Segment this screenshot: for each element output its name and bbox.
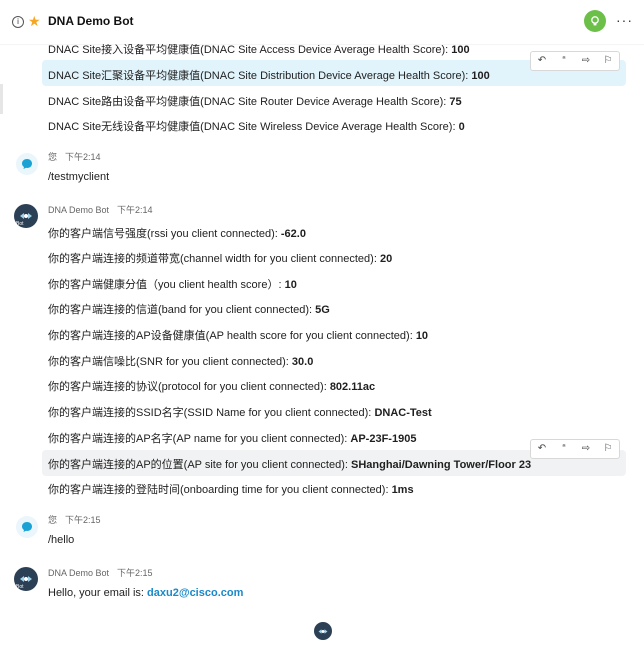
message-time: 下午2:15 bbox=[117, 568, 153, 578]
email-link[interactable]: daxu2@cisco.com bbox=[147, 587, 243, 599]
message-line: 你的客户端连接的AP的位置(AP site for you client con… bbox=[48, 459, 532, 471]
message-line: 你的客户端连接的SSID名字(SSID Name for you client … bbox=[48, 407, 432, 419]
message-line: 你的客户端连接的AP名字(AP name for you client conn… bbox=[48, 433, 417, 445]
message-line: 你的客户端信噪比(SNR for you client connected): … bbox=[48, 356, 314, 368]
message-line: 你的客户端连接的信道(band for you client connected… bbox=[48, 304, 330, 316]
chat-area: DNAC Site接入设备平均健康值(DNAC Site Access Devi… bbox=[0, 0, 644, 650]
reply-icon[interactable]: ↶ bbox=[532, 441, 552, 457]
bot-tag: Bot bbox=[16, 221, 24, 227]
bot-tag: Bot bbox=[16, 584, 24, 590]
sender-name: DNA Demo Bot bbox=[48, 205, 110, 215]
message-time: 下午2:14 bbox=[65, 152, 101, 162]
sender-name: 您 bbox=[48, 515, 58, 525]
quote-icon[interactable]: “ bbox=[554, 441, 574, 457]
message-line: 你的客户端信号强度(rssi you client connected): -6… bbox=[48, 228, 306, 240]
quote-icon[interactable]: “ bbox=[554, 53, 574, 69]
message-line: 你的客户端连接的登陆时间(onboarding time for you cli… bbox=[48, 484, 414, 496]
flag-icon[interactable]: ⚐ bbox=[598, 441, 618, 457]
message-line: DNAC Site路由设备平均健康值(DNAC Site Router Devi… bbox=[48, 96, 462, 108]
message-meta: 您下午2:14 bbox=[48, 150, 101, 163]
more-options-icon[interactable]: ··· bbox=[616, 12, 633, 28]
reply-icon[interactable]: ↶ bbox=[532, 53, 552, 69]
message-actions-bar: ↶ “ ⇨ ⚐ bbox=[530, 439, 620, 459]
bot-avatar[interactable]: Bot bbox=[14, 204, 38, 228]
chat-bubble-icon bbox=[22, 159, 32, 169]
forward-icon[interactable]: ⇨ bbox=[576, 53, 596, 69]
message-text: Hello, your email is: daxu2@cisco.com bbox=[48, 587, 244, 599]
message-text: /hello bbox=[48, 534, 75, 546]
bot-logo-icon bbox=[318, 628, 328, 634]
avatar[interactable] bbox=[16, 516, 38, 538]
message-line: 你的客户端连接的协议(protocol for you client conne… bbox=[48, 381, 376, 393]
info-icon[interactable]: i bbox=[12, 16, 24, 28]
star-icon[interactable]: ★ bbox=[28, 12, 41, 30]
bot-avatar[interactable]: Bot bbox=[14, 567, 38, 591]
message-line: DNAC Site无线设备平均健康值(DNAC Site Wireless De… bbox=[48, 121, 465, 133]
message-line: 你的客户端连接的AP设备健康值(AP health score for you … bbox=[48, 330, 429, 342]
scroll-marker bbox=[0, 84, 3, 114]
avatar[interactable] bbox=[16, 153, 38, 175]
message-line: 你的客户端健康分值（you client health score）: 10 bbox=[48, 279, 297, 291]
message-meta: DNA Demo Bot 下午2:15 bbox=[48, 566, 153, 579]
message-meta: DNA Demo Bot 下午2:14 bbox=[48, 203, 153, 216]
message-text: /testmyclient bbox=[48, 171, 110, 183]
flag-icon[interactable]: ⚐ bbox=[598, 53, 618, 69]
message-line: DNAC Site汇聚设备平均健康值(DNAC Site Distributio… bbox=[48, 70, 490, 82]
bot-indicator-icon bbox=[314, 622, 332, 640]
message-time: 下午2:14 bbox=[117, 205, 153, 215]
message-line: 你的客户端连接的频道带宽(channel width for you clien… bbox=[48, 253, 393, 265]
forward-icon[interactable]: ⇨ bbox=[576, 441, 596, 457]
lightbulb-icon bbox=[591, 16, 599, 26]
sender-name: DNA Demo Bot bbox=[48, 568, 110, 578]
message-time: 下午2:15 bbox=[65, 515, 101, 525]
sender-name: 您 bbox=[48, 152, 58, 162]
message-meta: 您下午2:15 bbox=[48, 513, 101, 526]
chat-bubble-icon bbox=[22, 522, 32, 532]
page-title: DNA Demo Bot bbox=[48, 14, 134, 28]
lightbulb-button[interactable] bbox=[584, 10, 606, 32]
message-actions-bar: ↶ “ ⇨ ⚐ bbox=[530, 51, 620, 71]
conversation-header: i ★ DNA Demo Bot ··· bbox=[0, 0, 644, 44]
